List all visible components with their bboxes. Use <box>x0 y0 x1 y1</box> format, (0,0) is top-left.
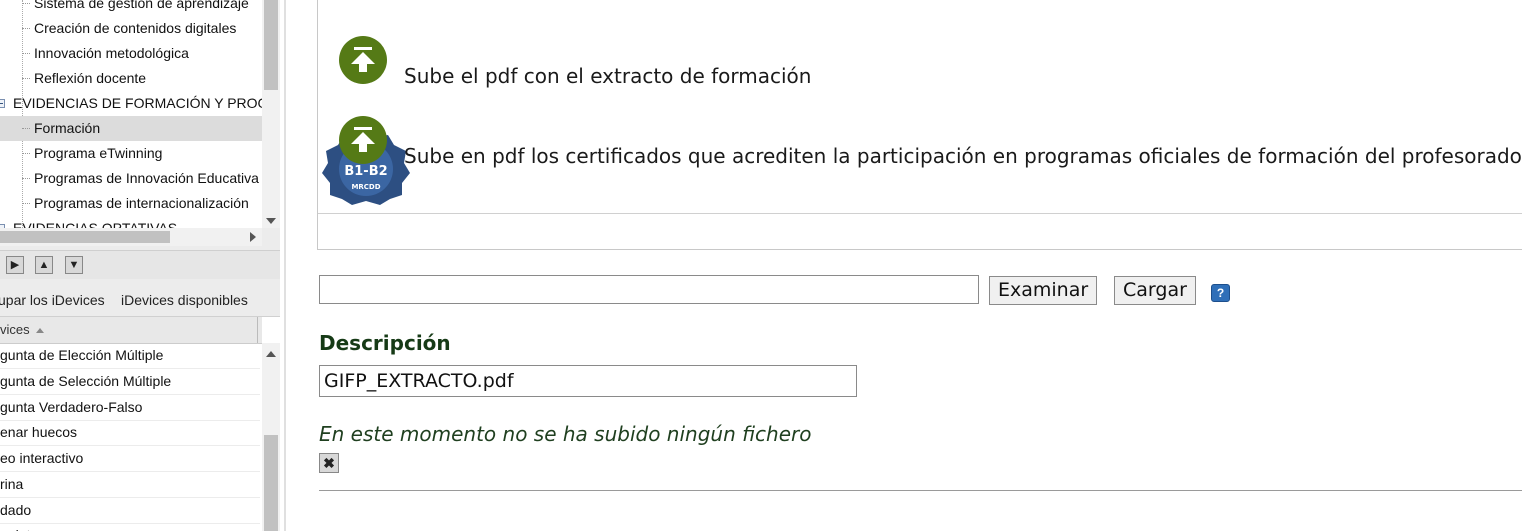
indent-right-button[interactable]: ▶ <box>6 256 24 274</box>
idevice-header-label: vices <box>0 322 30 337</box>
upload-status-text: En este momento no se ha subido ningún f… <box>319 422 812 446</box>
outline-item[interactable]: Programas de Innovación Educativa <box>0 166 262 191</box>
bottom-divider <box>319 490 1522 491</box>
idevice-list-item[interactable]: rina <box>0 471 260 498</box>
outline-item[interactable]: Sistema de gestión de aprendizaje <box>0 0 262 16</box>
outline-item-label: Creación de contenidos digitales <box>34 20 237 36</box>
scroll-right-arrow-icon[interactable] <box>250 232 256 242</box>
editor-panel: Sube el pdf con el extracto de formación… <box>284 0 1522 531</box>
tab-available-idevices[interactable]: iDevices disponibles <box>121 292 248 308</box>
column-separator <box>257 317 258 343</box>
badge-level-text: B1-B2 <box>344 164 387 179</box>
outline-item[interactable]: Reflexión docente <box>0 66 262 91</box>
browse-button[interactable]: Examinar <box>989 276 1098 305</box>
tab-group-idevices[interactable]: upar los iDevices <box>0 292 105 308</box>
sort-ascending-icon <box>35 328 44 334</box>
idevice-list-item[interactable]: gunta Verdadero-Falso <box>0 394 260 421</box>
help-icon[interactable]: ? <box>1211 284 1230 302</box>
file-path-input[interactable] <box>319 275 979 304</box>
outline-toolbar: ▶ ▲ ▼ <box>0 250 280 279</box>
outline-item-selected[interactable]: Formación <box>0 116 262 141</box>
left-panel: Sistema de gestión de aprendizaje Creaci… <box>0 0 280 531</box>
description-label: Descripción <box>319 331 451 355</box>
outline-item-label: Programas de Innovación Educativa <box>34 170 259 186</box>
outline-horizontal-scrollbar[interactable] <box>0 228 262 246</box>
outline-item-label: Innovación metodológica <box>34 45 189 61</box>
outline-item-label: EVIDENCIAS DE FORMACIÓN Y PROGRA <box>13 95 262 111</box>
idevice-list-panel: vices gunta de Elección Múltiple gunta d… <box>0 316 280 531</box>
idevice-list-header[interactable]: vices <box>0 317 262 344</box>
idevice-list-item[interactable]: dado <box>0 497 260 524</box>
outline-tree: Sistema de gestión de aprendizaje Creaci… <box>0 0 262 228</box>
preview-instruction-1: Sube el pdf con el extracto de formación <box>404 64 812 88</box>
scroll-thumb[interactable] <box>264 0 278 90</box>
scroll-thumb[interactable] <box>0 231 170 243</box>
delete-icon[interactable]: ✖ <box>319 453 339 473</box>
idevice-list-item[interactable]: nplete <box>0 522 260 531</box>
outline-item-label: Sistema de gestión de aprendizaje <box>34 0 249 11</box>
preview-instruction-2: Sube en pdf los certificados que acredit… <box>404 144 1522 168</box>
outline-item[interactable]: Creación de contenidos digitales <box>0 16 262 41</box>
scroll-thumb[interactable] <box>264 435 278 531</box>
upload-icon <box>339 36 387 84</box>
scroll-down-arrow-icon[interactable] <box>266 218 276 224</box>
description-input[interactable]: GIFP_EXTRACTO.pdf <box>319 365 857 397</box>
outline-item[interactable]: Programas de internacionalización <box>0 191 262 216</box>
outline-item-label: Formación <box>34 120 101 136</box>
outline-section[interactable]: EVIDENCIAS DE FORMACIÓN Y PROGRA <box>0 91 262 116</box>
idevice-list-item[interactable]: gunta de Selección Múltiple <box>0 368 260 395</box>
load-button[interactable]: Cargar <box>1114 276 1196 305</box>
outline-item-label: Programa eTwinning <box>34 145 163 161</box>
preview-divider <box>318 213 1522 214</box>
outline-vertical-scrollbar[interactable] <box>262 0 280 228</box>
move-down-button[interactable]: ▼ <box>65 256 83 274</box>
outline-item-label: EVIDENCIAS OPTATIVAS <box>13 220 178 228</box>
idevice-list-item[interactable]: eo interactivo <box>0 445 260 472</box>
scroll-up-arrow-icon[interactable] <box>266 351 276 357</box>
outline-item-label: Reflexión docente <box>34 70 147 86</box>
idevice-list-item[interactable]: gunta de Elección Múltiple <box>0 342 260 369</box>
idevice-vertical-scrollbar[interactable] <box>262 343 280 531</box>
idevice-list-item[interactable]: enar huecos <box>0 419 260 446</box>
outline-item[interactable]: Programa eTwinning <box>0 141 262 166</box>
idevice-tabs: upar los iDevices iDevices disponibles <box>0 288 280 316</box>
upload-icon <box>339 116 387 164</box>
badge-framework-text: MRCDD <box>351 183 380 191</box>
outline-item[interactable]: Innovación metodológica <box>0 41 262 66</box>
move-up-button[interactable]: ▲ <box>35 256 53 274</box>
outline-item-label: Programas de internacionalización <box>34 195 249 211</box>
content-preview: Sube el pdf con el extracto de formación… <box>317 0 1522 250</box>
outline-section[interactable]: EVIDENCIAS OPTATIVAS <box>0 216 262 228</box>
collapse-icon[interactable] <box>0 99 5 108</box>
